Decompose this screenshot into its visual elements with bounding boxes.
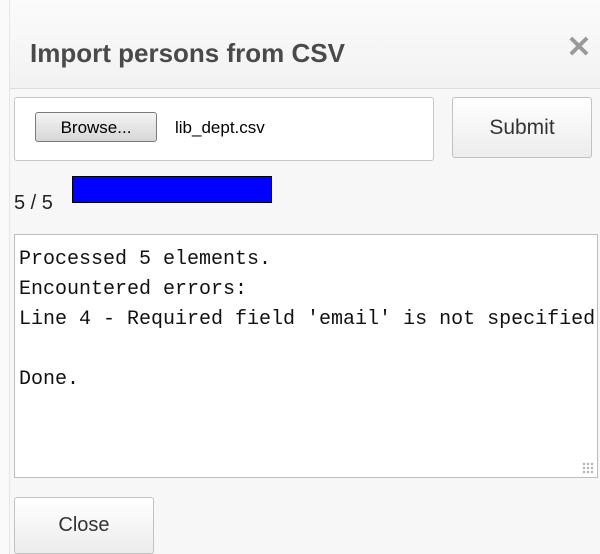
progress-bar-fill xyxy=(73,177,271,202)
file-input: Browse... lib_dept.csv xyxy=(14,97,434,161)
browse-button[interactable]: Browse... xyxy=(35,112,157,142)
dialog-titlebar: Import persons from CSV ✕ xyxy=(10,0,600,89)
log-output[interactable]: Processed 5 elements. Encountered errors… xyxy=(14,234,598,478)
resize-grip-icon[interactable] xyxy=(582,462,594,474)
file-name: lib_dept.csv xyxy=(175,118,265,137)
page-left-edge xyxy=(0,0,10,554)
progress-bar xyxy=(72,176,272,203)
dialog-title: Import persons from CSV xyxy=(30,38,345,68)
close-button[interactable]: Close xyxy=(14,497,154,554)
close-icon[interactable]: ✕ xyxy=(564,30,594,66)
progress-count: 5 / 5 xyxy=(14,192,53,214)
import-dialog: Import persons from CSV ✕ Browse... lib_… xyxy=(10,0,600,554)
submit-button[interactable]: Submit xyxy=(452,97,592,158)
